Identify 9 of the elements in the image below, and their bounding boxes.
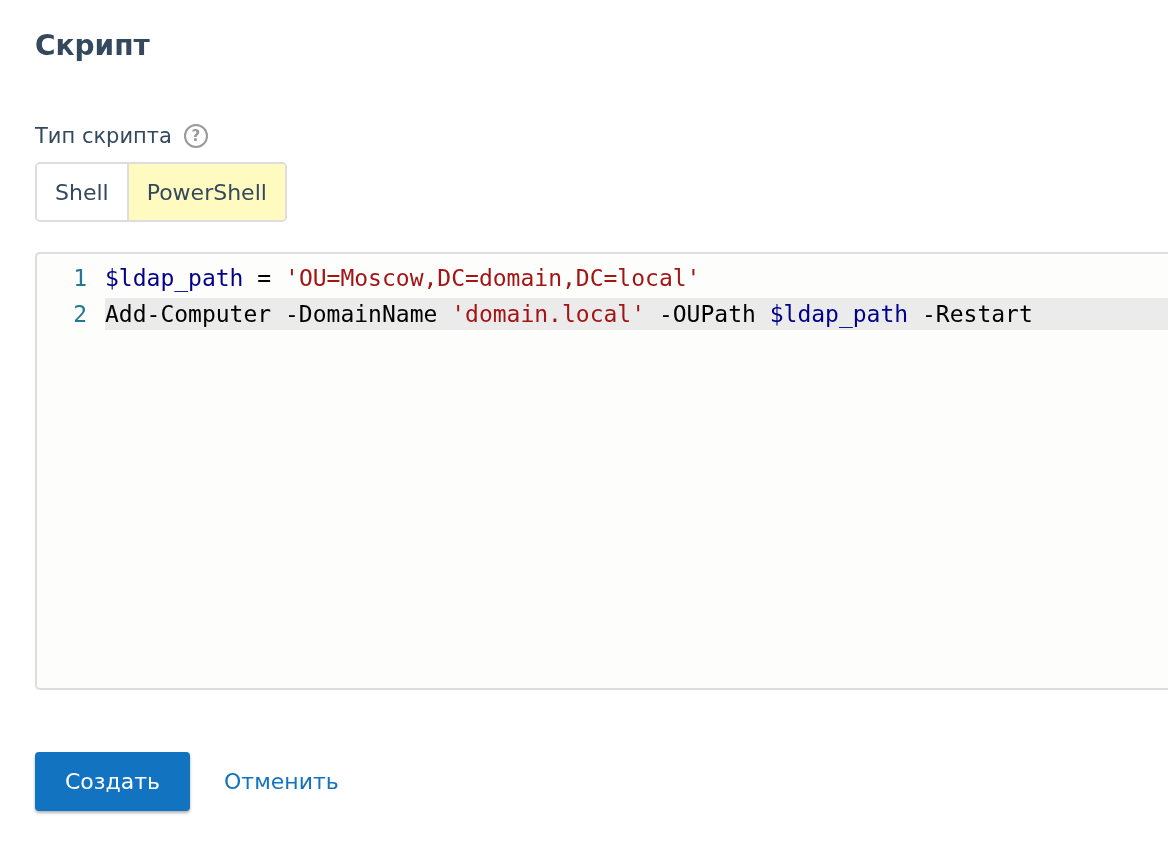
line-number: 2 xyxy=(72,301,88,327)
line-number: 1 xyxy=(72,265,88,291)
code-editor[interactable]: 1 $ldap_path = 'OU=Moscow,DC=domain,DC=local' 2 Add-Computer -DomainName 'domain.local' -OUPath $ldap_path -Restart xyxy=(35,252,1168,690)
script-type-option[interactable]: PowerShell xyxy=(126,164,285,220)
create-button[interactable]: Создать xyxy=(35,752,190,811)
code-line: $ldap_path = 'OU=Moscow,DC=domain,DC=local' xyxy=(105,264,702,294)
cancel-link[interactable]: Отменить xyxy=(224,769,339,794)
section-title: Скрипт xyxy=(35,28,151,64)
field-label: Тип скрипта xyxy=(35,124,172,148)
